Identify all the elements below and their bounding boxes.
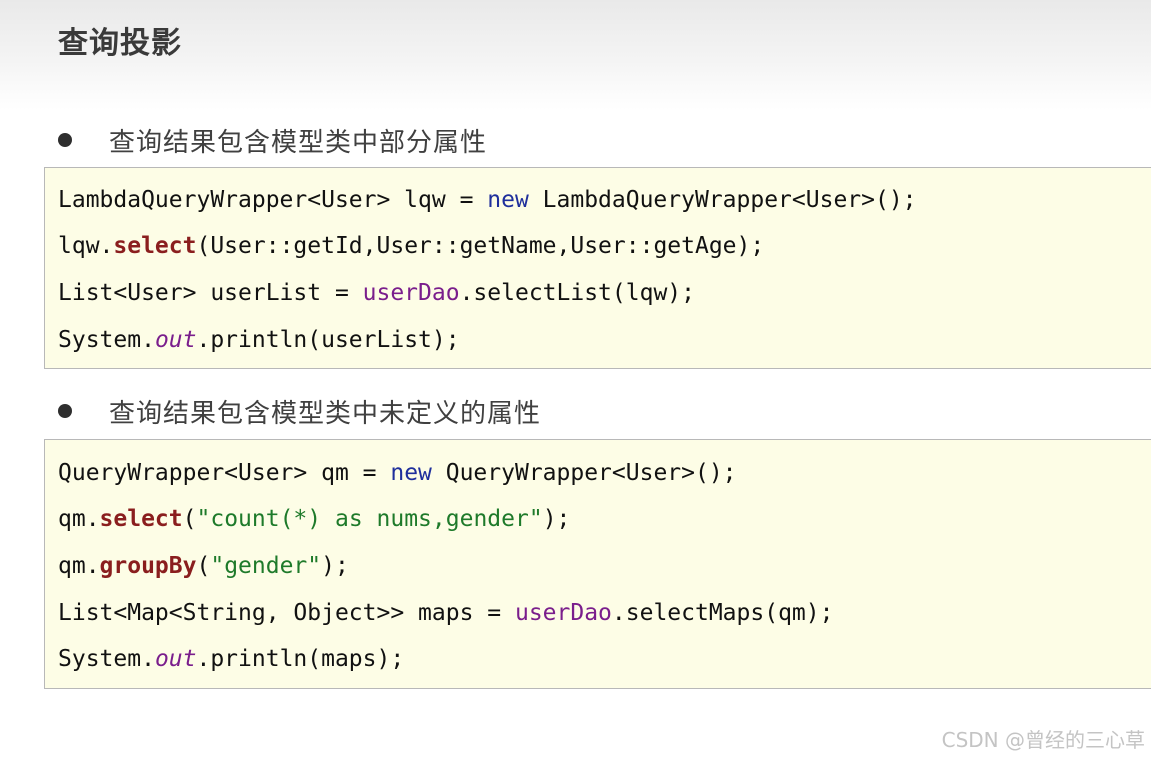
bullet-item-partial-properties: 查询结果包含模型类中部分属性 <box>58 120 487 160</box>
bullet-text: 查询结果包含模型类中未定义的属性 <box>109 398 542 429</box>
code-line: qm.select("count(*) as nums,gender"); <box>58 506 571 532</box>
code-line: LambdaQueryWrapper<User> lqw = new Lambd… <box>58 187 917 213</box>
code-block-lambda-query: LambdaQueryWrapper<User> lqw = new Lambd… <box>44 167 1151 369</box>
bullet-text: 查询结果包含模型类中部分属性 <box>109 127 488 158</box>
code-line: List<User> userList = userDao.selectList… <box>58 280 695 306</box>
code-line: System.out.println(maps); <box>58 646 405 672</box>
code-line: qm.groupBy("gender"); <box>58 553 349 579</box>
watermark: CSDN @曾经的三心草 <box>941 728 1145 752</box>
code-line: lqw.select(User::getId,User::getName,Use… <box>58 233 765 259</box>
code-block-query-wrapper: QueryWrapper<User> qm = new QueryWrapper… <box>44 439 1151 689</box>
bullet-dot-icon <box>58 133 72 147</box>
bullet-dot-icon <box>58 404 72 418</box>
code-line: QueryWrapper<User> qm = new QueryWrapper… <box>58 460 737 486</box>
code-line: List<Map<String, Object>> maps = userDao… <box>58 600 834 626</box>
code-line: System.out.println(userList); <box>58 327 460 353</box>
bullet-item-undefined-properties: 查询结果包含模型类中未定义的属性 <box>58 391 541 431</box>
page-title: 查询投影 <box>58 26 182 61</box>
